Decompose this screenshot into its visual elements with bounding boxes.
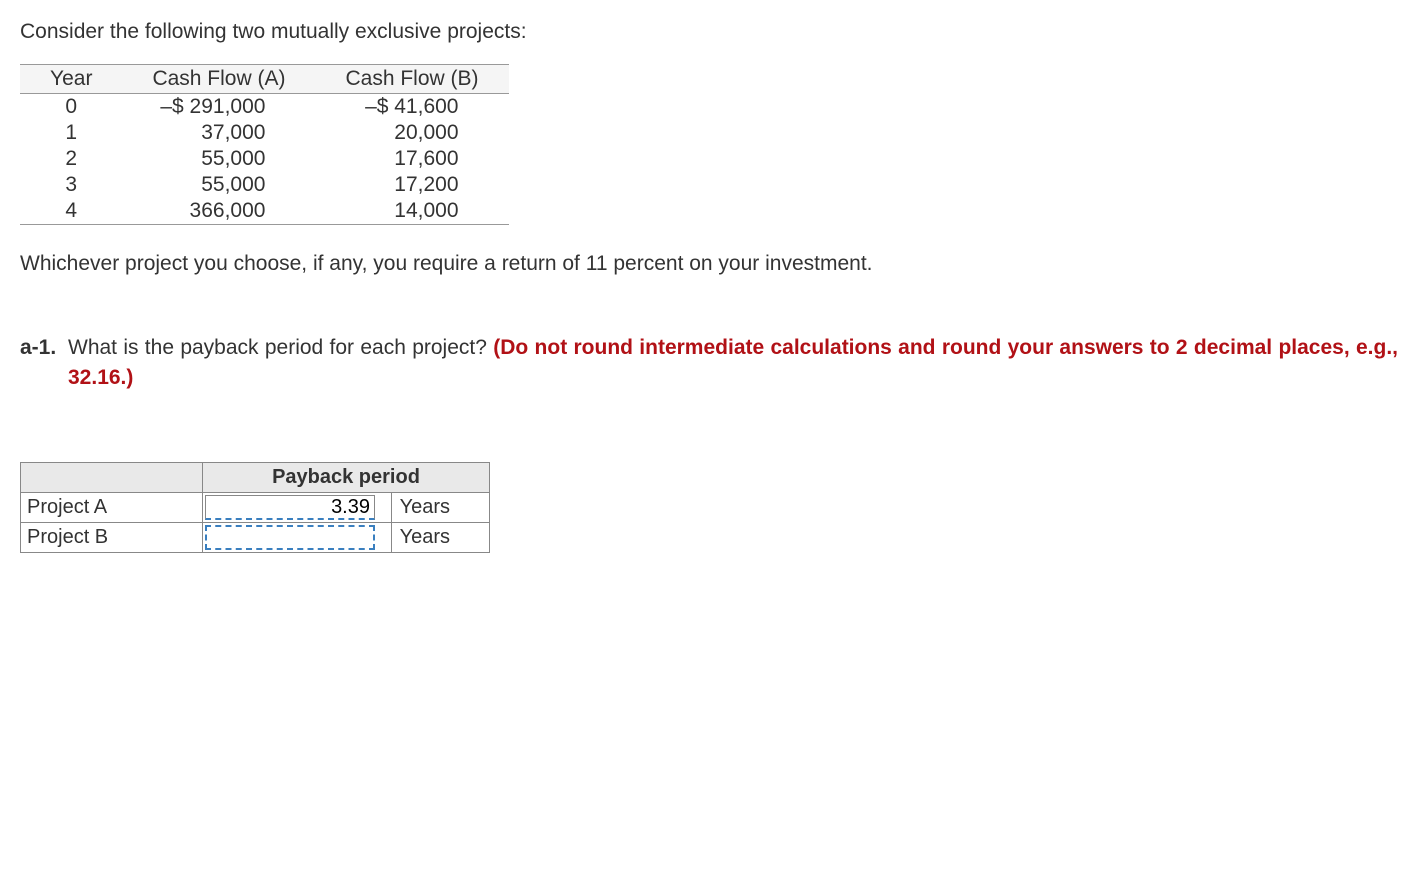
cfa-cell: 366,000: [122, 198, 315, 225]
project-a-input-cell: [203, 493, 392, 523]
year-cell: 0: [20, 94, 122, 121]
cfb-cell: –$ 41,600: [315, 94, 508, 121]
table-row: 1 37,000 20,000: [20, 120, 509, 146]
project-b-input[interactable]: [205, 525, 375, 550]
project-b-label: Project B: [21, 523, 203, 553]
table-row: 0 –$ 291,000 –$ 41,600: [20, 94, 509, 121]
cfb-cell: 17,200: [315, 172, 508, 198]
project-a-unit: Years: [391, 493, 489, 523]
question-label: a-1.: [20, 333, 68, 392]
cfa-cell: 55,000: [122, 146, 315, 172]
table-row: 4 366,000 14,000: [20, 198, 509, 225]
cfb-cell: 14,000: [315, 198, 508, 225]
answer-table: Payback period Project A Years Project B…: [20, 462, 490, 553]
answer-row: Project A Years: [21, 493, 490, 523]
project-a-input[interactable]: [205, 495, 375, 520]
year-cell: 4: [20, 198, 122, 225]
project-b-input-cell: [203, 523, 392, 553]
payback-header: Payback period: [203, 463, 490, 493]
question-plain: What is the payback period for each proj…: [68, 336, 493, 359]
cfa-cell: 55,000: [122, 172, 315, 198]
year-cell: 2: [20, 146, 122, 172]
project-a-label: Project A: [21, 493, 203, 523]
col-year-header: Year: [20, 65, 122, 94]
year-cell: 3: [20, 172, 122, 198]
cfa-cell: –$ 291,000: [122, 94, 315, 121]
project-b-unit: Years: [391, 523, 489, 553]
table-row: 2 55,000 17,600: [20, 146, 509, 172]
table-row: 3 55,000 17,200: [20, 172, 509, 198]
question-text: What is the payback period for each proj…: [68, 333, 1398, 392]
year-cell: 1: [20, 120, 122, 146]
answer-row: Project B Years: [21, 523, 490, 553]
cfb-cell: 17,600: [315, 146, 508, 172]
col-cfa-header: Cash Flow (A): [122, 65, 315, 94]
requirement-note: Whichever project you choose, if any, yo…: [20, 250, 1398, 278]
question-a1: a-1. What is the payback period for each…: [20, 333, 1398, 392]
cfb-cell: 20,000: [315, 120, 508, 146]
cfa-cell: 37,000: [122, 120, 315, 146]
blank-header: [21, 463, 203, 493]
col-cfb-header: Cash Flow (B): [315, 65, 508, 94]
intro-text: Consider the following two mutually excl…: [20, 20, 1398, 44]
cashflow-table: Year Cash Flow (A) Cash Flow (B) 0 –$ 29…: [20, 64, 509, 225]
